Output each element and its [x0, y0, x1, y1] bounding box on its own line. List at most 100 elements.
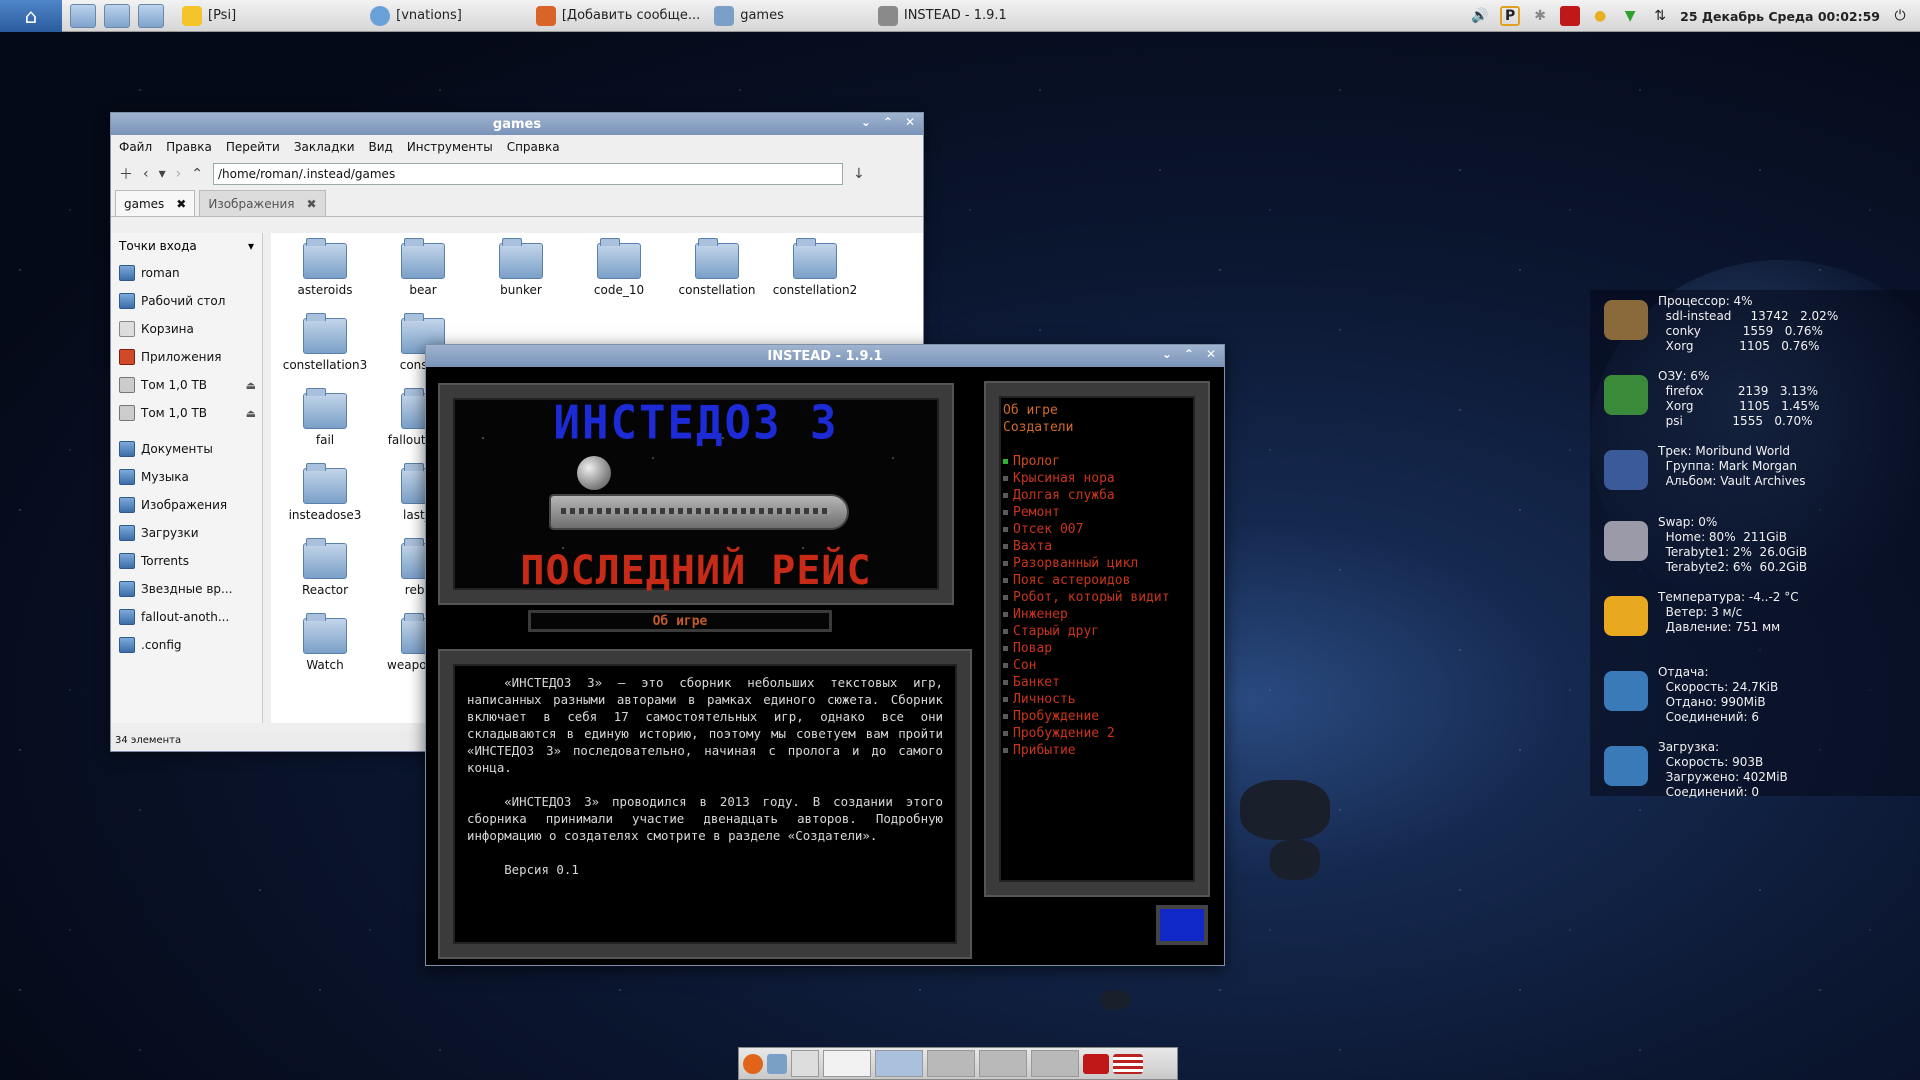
menu-view[interactable]: Вид	[369, 140, 393, 154]
taskbar-item-instead[interactable]: INSTEAD - 1.9.1	[874, 2, 1017, 30]
menu-item[interactable]: Пробуждение	[1003, 708, 1191, 725]
new-tab-icon[interactable]: ＋	[119, 164, 133, 184]
sidebar-item-torrents[interactable]: Torrents	[111, 547, 262, 575]
menu-item[interactable]: Разорванный цикл	[1003, 555, 1191, 572]
sidebar-item-images[interactable]: Изображения	[111, 491, 262, 519]
menu-bookmarks[interactable]: Закладки	[294, 140, 355, 154]
menu-item[interactable]: Прибытие	[1003, 742, 1191, 759]
folder-item[interactable]: fail	[279, 388, 371, 447]
folder-item[interactable]: bunker	[475, 238, 567, 297]
menu-item[interactable]: Повар	[1003, 640, 1191, 657]
taskbar-item-add-message[interactable]: [Добавить сообще...	[532, 2, 710, 30]
power-icon[interactable]: ⏻	[1890, 6, 1910, 26]
menu-item[interactable]: Крысиная нора	[1003, 470, 1191, 487]
maximize-icon[interactable]: ⌃	[1184, 347, 1194, 361]
folder-item[interactable]: Watch	[279, 613, 371, 672]
close-tab-icon[interactable]: ✖	[307, 197, 317, 211]
eject-icon[interactable]: ⏏	[246, 407, 256, 420]
menu-item[interactable]: Робот, который видит	[1003, 589, 1191, 606]
close-icon[interactable]: ✕	[1206, 347, 1216, 361]
parking-app-icon[interactable]: P	[1500, 6, 1521, 26]
menu-link-about[interactable]: Об игре	[1003, 402, 1191, 419]
clock[interactable]: 25 Декабрь Среда 00:02:59	[1680, 9, 1880, 24]
menu-link-creators[interactable]: Создатели	[1003, 419, 1191, 436]
menu-item[interactable]: Отсек 007	[1003, 521, 1191, 538]
sidebar-item-desktop[interactable]: Рабочий стол	[111, 287, 262, 315]
workspace-6[interactable]	[1031, 1050, 1079, 1077]
eject-icon[interactable]: ⏏	[246, 379, 256, 392]
menu-edit[interactable]: Правка	[166, 140, 212, 154]
firefox-icon[interactable]	[743, 1053, 763, 1074]
folder-item[interactable]: insteadose3	[279, 463, 371, 522]
taskbar-item-psi[interactable]: [Psi]	[178, 2, 246, 30]
tab-images[interactable]: Изображения ✖	[199, 190, 326, 216]
sidebar-item-applications[interactable]: Приложения	[111, 343, 262, 371]
sidebar-item-downloads[interactable]: Загрузки	[111, 519, 262, 547]
flag-icon[interactable]	[1560, 6, 1581, 26]
bulb-icon[interactable]: ●	[1590, 6, 1610, 26]
minimize-icon[interactable]: ⌄	[1162, 347, 1172, 361]
folder-item[interactable]: constellation2	[769, 238, 861, 297]
volume-icon[interactable]: 🔊	[1470, 6, 1490, 26]
sidebar-item-star-wars[interactable]: Звездные вр...	[111, 575, 262, 603]
back-icon[interactable]: ‹	[143, 166, 149, 182]
menu-file[interactable]: Файл	[119, 140, 152, 154]
folder-item[interactable]: constellation3	[279, 313, 371, 372]
menu-tools[interactable]: Инструменты	[407, 140, 493, 154]
workspace-4[interactable]	[927, 1050, 975, 1077]
sidebar-header[interactable]: Точки входа ▾	[111, 233, 262, 259]
menu-item[interactable]: Инженер	[1003, 606, 1191, 623]
minimize-icon[interactable]: ⌄	[861, 115, 871, 129]
menu-go[interactable]: Перейти	[226, 140, 280, 154]
taskbar-item-games[interactable]: games	[710, 2, 794, 30]
folder-item[interactable]: constellation	[671, 238, 763, 297]
sidebar-item-roman[interactable]: roman	[111, 259, 262, 287]
menu-item[interactable]: Личность	[1003, 691, 1191, 708]
menu-item[interactable]: Пояс астероидов	[1003, 572, 1191, 589]
up-icon[interactable]: ⌃	[191, 166, 203, 182]
menu-item-prologue[interactable]: Пролог	[1003, 453, 1191, 470]
forward-icon[interactable]: ›	[176, 166, 182, 182]
menu-item[interactable]: Ремонт	[1003, 504, 1191, 521]
workspace-5[interactable]	[979, 1050, 1027, 1077]
close-tab-icon[interactable]: ✖	[176, 197, 186, 211]
window-titlebar[interactable]: INSTEAD - 1.9.1 ⌄ ⌃ ✕	[426, 345, 1224, 367]
control-panel-launcher-icon[interactable]	[104, 3, 130, 28]
folder-item[interactable]: code_10	[573, 238, 665, 297]
folder-item[interactable]: bear	[377, 238, 469, 297]
close-icon[interactable]: ✕	[905, 115, 915, 129]
sidebar-item-config[interactable]: .config	[111, 631, 262, 659]
file-manager-icon[interactable]	[767, 1053, 787, 1074]
file-manager-launcher-icon[interactable]	[70, 3, 96, 28]
sidebar-item-volume-2[interactable]: Том 1,0 TB ⏏	[111, 399, 262, 427]
menu-help[interactable]: Справка	[507, 140, 560, 154]
workspace-2[interactable]	[823, 1050, 871, 1077]
folder-item[interactable]: Reactor	[279, 538, 371, 597]
maximize-icon[interactable]: ⌃	[883, 115, 893, 129]
us-flag-icon[interactable]	[1113, 1053, 1143, 1074]
go-icon[interactable]: ↓	[853, 166, 865, 182]
window-titlebar[interactable]: games ⌄ ⌃ ✕	[111, 113, 923, 135]
folder-item[interactable]: asteroids	[279, 238, 371, 297]
menu-item[interactable]: Пробуждение 2	[1003, 725, 1191, 742]
menu-item[interactable]: Банкет	[1003, 674, 1191, 691]
download-arrow-icon[interactable]: ▼	[1620, 6, 1640, 26]
menu-item[interactable]: Долгая служба	[1003, 487, 1191, 504]
sidebar-item-trash[interactable]: Корзина	[111, 315, 262, 343]
menu-item[interactable]: Старый друг	[1003, 623, 1191, 640]
menu-item[interactable]: Сон	[1003, 657, 1191, 674]
sidebar-item-volume-1[interactable]: Том 1,0 TB ⏏	[111, 371, 262, 399]
show-desktop-icon[interactable]	[138, 3, 164, 28]
workspace-1[interactable]	[791, 1050, 819, 1077]
sidebar-item-documents[interactable]: Документы	[111, 435, 262, 463]
network-arrows-icon[interactable]: ⇅	[1650, 6, 1670, 26]
start-menu-button[interactable]: ⌂	[0, 0, 62, 32]
bluetooth-icon[interactable]: ✱	[1530, 6, 1550, 26]
address-bar[interactable]: /home/roman/.instead/games	[212, 163, 843, 185]
workspace-3[interactable]	[875, 1050, 923, 1077]
sidebar-item-fallout[interactable]: fallout-anoth...	[111, 603, 262, 631]
history-dropdown-icon[interactable]: ▾	[159, 166, 166, 182]
taskbar-item-vnations[interactable]: [vnations]	[366, 2, 472, 30]
chevron-down-icon[interactable]: ▾	[248, 239, 254, 253]
menu-item[interactable]: Вахта	[1003, 538, 1191, 555]
